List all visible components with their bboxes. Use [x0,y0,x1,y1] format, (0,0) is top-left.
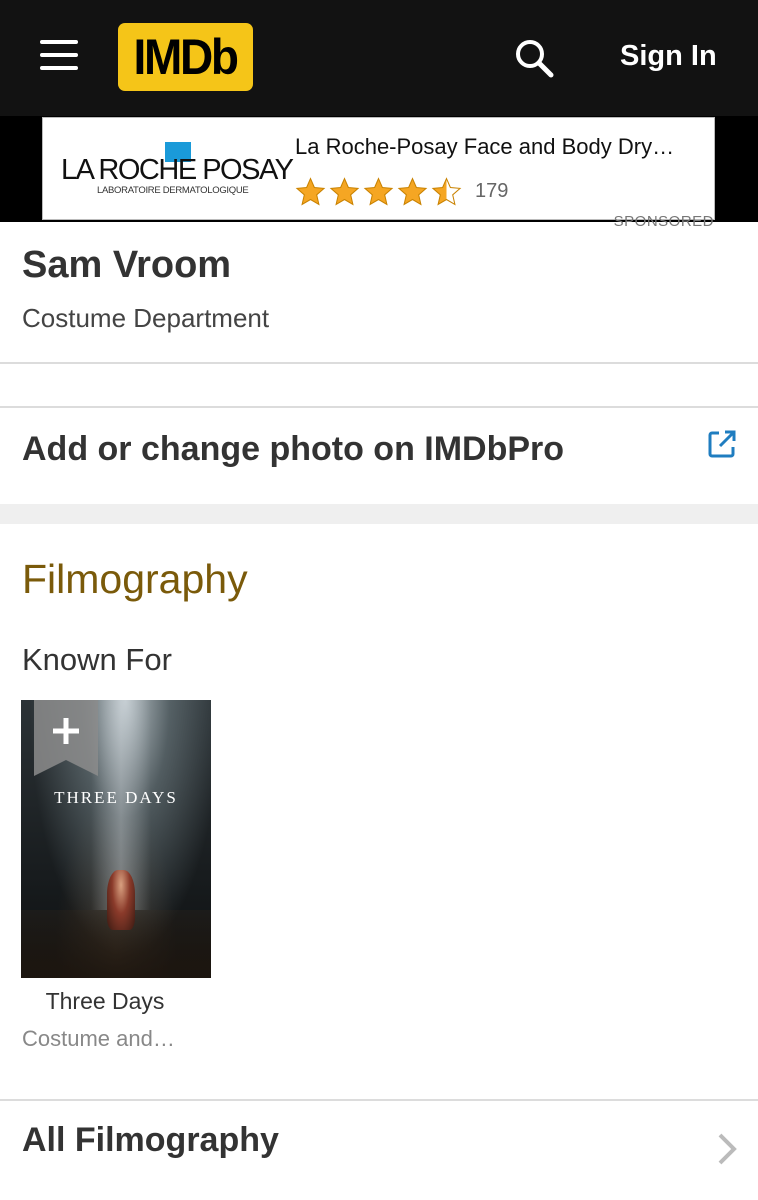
sign-in-link[interactable]: Sign In [620,36,717,76]
star-full-icon [397,177,428,206]
all-filmography-link[interactable]: All Filmography [0,1101,758,1200]
poster-figure [107,870,135,930]
known-for-label: Known For [22,642,172,677]
menu-line [40,66,78,70]
add-to-watchlist-icon[interactable] [34,700,98,776]
logo-text: IMDb [133,29,240,85]
imdbpro-link-label: Add or change photo on IMDbPro [22,430,565,468]
top-header: IMDb Sign In [0,0,758,116]
person-department: Costume Department [22,303,270,333]
sponsored-label: SPONSORED [613,213,714,230]
all-filmography-label: All Filmography [22,1121,279,1159]
ad-brand-name: LA ROCHE POSAY [61,154,294,186]
imdb-logo[interactable]: IMDb [118,23,253,91]
star-full-icon [295,177,326,206]
filmography-heading: Filmography [22,556,248,602]
person-name: Sam Vroom [22,244,232,286]
hamburger-menu-icon[interactable] [40,40,78,72]
poster-title-text: THREE DAYS [54,788,178,807]
star-full-icon [329,177,360,206]
divider [0,362,758,364]
movie-title[interactable]: Three Days [0,988,210,1015]
ad-star-rating [295,176,462,207]
sponsored-ad[interactable]: LA ROCHE POSAY LABORATOIRE DERMATOLOGIQU… [42,117,715,220]
ad-brand-subtitle: LABORATOIRE DERMATOLOGIQUE [97,185,249,196]
section-separator [0,504,758,524]
ad-rating-count: 179 [475,180,509,202]
search-icon[interactable] [512,36,556,80]
ad-brand-logo: LA ROCHE POSAY LABORATOIRE DERMATOLOGIQU… [61,138,294,198]
menu-line [40,40,78,44]
external-link-icon [708,430,736,458]
star-full-icon [363,177,394,206]
menu-line [40,53,78,57]
star-half-icon [431,177,462,206]
movie-role: Costume and… [22,1026,175,1051]
imdbpro-photo-link[interactable]: Add or change photo on IMDbPro [0,408,758,504]
ad-title: La Roche-Posay Face and Body Dry… [295,134,675,159]
chevron-right-icon [718,1133,737,1165]
